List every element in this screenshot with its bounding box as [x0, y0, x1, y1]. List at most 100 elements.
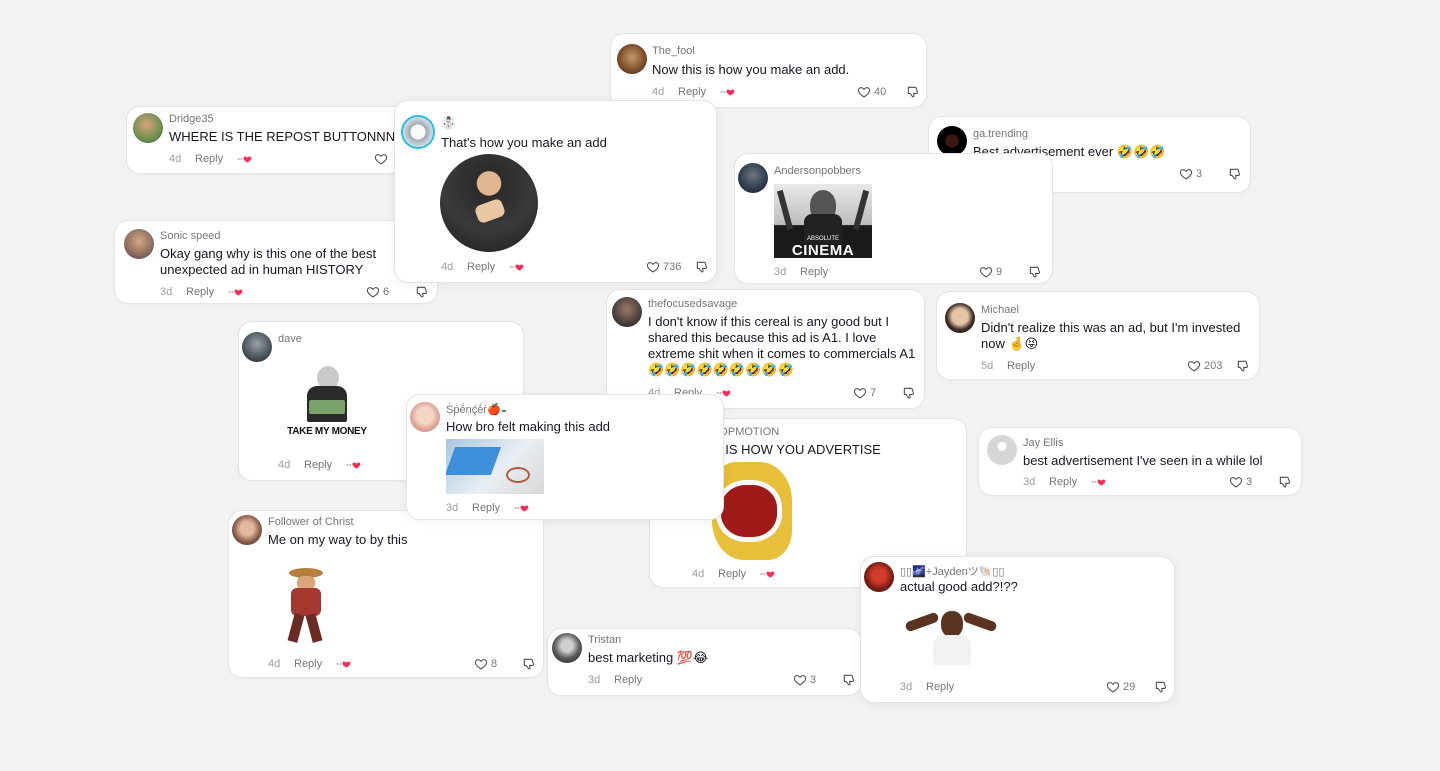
avatar[interactable]	[612, 297, 642, 327]
heart-icon[interactable]	[857, 85, 871, 99]
dislike-icon[interactable]	[522, 657, 536, 671]
like-button[interactable]: 8	[474, 657, 497, 671]
comment-meta: 4d Reply	[278, 459, 362, 471]
comment-username[interactable]: Follower of Christ	[268, 516, 354, 528]
share-heart-icon[interactable]	[228, 287, 244, 297]
heart-icon[interactable]	[793, 673, 807, 687]
dislike-icon[interactable]	[906, 85, 920, 99]
avatar[interactable]	[864, 562, 894, 592]
heart-icon[interactable]	[979, 265, 993, 279]
comment-card: Tristan best marketing 💯😂 3d Reply 3	[547, 628, 862, 696]
avatar[interactable]	[401, 115, 435, 149]
comment-card: Dridge35 WHERE IS THE REPOST BUTTONNNN 4…	[126, 106, 416, 174]
comment-username[interactable]: Andersonpobbers	[774, 165, 861, 177]
heart-icon[interactable]	[474, 657, 488, 671]
avatar[interactable]	[738, 163, 768, 193]
heart-icon[interactable]	[1106, 680, 1120, 694]
heart-icon[interactable]	[1229, 475, 1243, 489]
reply-button[interactable]: Reply	[472, 502, 514, 514]
like-button[interactable]: 29	[1106, 680, 1135, 694]
reply-button[interactable]: Reply	[1049, 476, 1091, 488]
like-button[interactable]: 3	[1229, 475, 1252, 489]
comment-meta: 4d Reply	[652, 86, 736, 98]
reply-button[interactable]: Reply	[467, 261, 509, 273]
comment-username[interactable]: Michael	[981, 304, 1019, 316]
comment-text: THIS IS HOW YOU ADVERTISE	[692, 442, 881, 457]
avatar[interactable]	[232, 515, 262, 545]
share-heart-icon[interactable]	[1091, 477, 1107, 487]
reply-button[interactable]: Reply	[926, 681, 968, 693]
like-count: 40	[874, 86, 887, 98]
share-heart-icon[interactable]	[720, 87, 736, 97]
reply-button[interactable]: Reply	[1007, 360, 1049, 372]
comment-text: Okay gang why is this one of the best un…	[160, 246, 377, 277]
dislike-icon[interactable]	[1154, 680, 1168, 694]
comment-username[interactable]: Tristan	[588, 634, 621, 646]
avatar[interactable]	[617, 44, 647, 74]
reply-button[interactable]: Reply	[678, 86, 720, 98]
comment-username[interactable]: Ṩṗḗṇḉḗṙ🍎◒	[446, 403, 507, 416]
comment-card: thefocusedsavage I don't know if this ce…	[606, 289, 925, 409]
heart-icon[interactable]	[366, 285, 380, 299]
dislike-icon[interactable]	[842, 673, 856, 687]
reply-button[interactable]: Reply	[718, 568, 760, 580]
like-button[interactable]: 3	[793, 673, 816, 687]
comment-age: 3d	[588, 674, 601, 686]
heart-icon[interactable]	[374, 152, 388, 166]
avatar[interactable]	[552, 633, 582, 663]
avatar[interactable]	[133, 113, 163, 143]
heart-icon[interactable]	[1179, 167, 1193, 181]
reply-button[interactable]: Reply	[195, 153, 237, 165]
share-heart-icon[interactable]	[237, 154, 253, 164]
comment-username[interactable]: thefocusedsavage	[648, 298, 737, 310]
avatar[interactable]	[124, 229, 154, 259]
comment-username[interactable]: dave	[278, 333, 302, 345]
comment-username[interactable]: The_fool	[652, 45, 695, 57]
comment-username[interactable]: Jay Ellis	[1023, 437, 1063, 449]
comment-username[interactable]: ▯▯🌌+Jaydenツ🐚▯▯	[900, 563, 1005, 579]
comment-username[interactable]: ga.trending	[973, 128, 1028, 140]
share-heart-icon[interactable]	[514, 503, 530, 513]
like-button[interactable]: 40	[857, 85, 886, 99]
avatar[interactable]	[987, 435, 1017, 465]
avatar[interactable]	[242, 332, 272, 362]
like-count: 3	[1196, 168, 1203, 180]
dislike-icon[interactable]	[902, 386, 916, 400]
dislike-icon[interactable]	[415, 285, 429, 299]
share-heart-icon[interactable]	[346, 460, 362, 470]
comment-username[interactable]: Dridge35	[169, 113, 214, 125]
comment-meta: 3d Reply	[774, 266, 842, 278]
reply-button[interactable]: Reply	[800, 266, 842, 278]
reply-button[interactable]: Reply	[186, 286, 228, 298]
like-button[interactable]: 736	[646, 260, 681, 274]
comment-username[interactable]: Sonic speed	[160, 230, 221, 242]
like-button[interactable]: 7	[853, 386, 876, 400]
dislike-icon[interactable]	[1278, 475, 1292, 489]
heart-icon[interactable]	[853, 386, 867, 400]
avatar[interactable]	[945, 303, 975, 333]
like-button[interactable]: 9	[979, 265, 1002, 279]
comment-username[interactable]: ☃️	[441, 116, 456, 130]
reply-button[interactable]: Reply	[614, 674, 656, 686]
share-heart-icon[interactable]	[336, 659, 352, 669]
dislike-icon[interactable]	[695, 260, 709, 274]
heart-icon[interactable]	[646, 260, 660, 274]
share-heart-icon[interactable]	[509, 262, 525, 272]
like-button[interactable]: 203	[1187, 359, 1222, 373]
comment-text: WHERE IS THE REPOST BUTTONNNN	[169, 129, 405, 144]
like-button[interactable]: 6	[366, 285, 389, 299]
heart-icon[interactable]	[1187, 359, 1201, 373]
avatar[interactable]	[937, 126, 967, 156]
reply-button[interactable]: Reply	[294, 658, 336, 670]
dislike-icon[interactable]	[1228, 167, 1242, 181]
dislike-icon[interactable]	[1028, 265, 1042, 279]
comment-card: Andersonpobbers ABSOLUTE CINEMA 3d Reply…	[734, 153, 1053, 284]
share-heart-icon[interactable]	[760, 569, 776, 579]
dislike-icon[interactable]	[1236, 359, 1250, 373]
like-button[interactable]	[374, 152, 391, 166]
like-button[interactable]: 3	[1179, 167, 1202, 181]
reply-button[interactable]: Reply	[304, 459, 346, 471]
comment-meta: 5d Reply	[981, 360, 1049, 372]
avatar[interactable]	[410, 402, 440, 432]
comment-card: Michael Didn't realize this was an ad, b…	[936, 291, 1260, 380]
